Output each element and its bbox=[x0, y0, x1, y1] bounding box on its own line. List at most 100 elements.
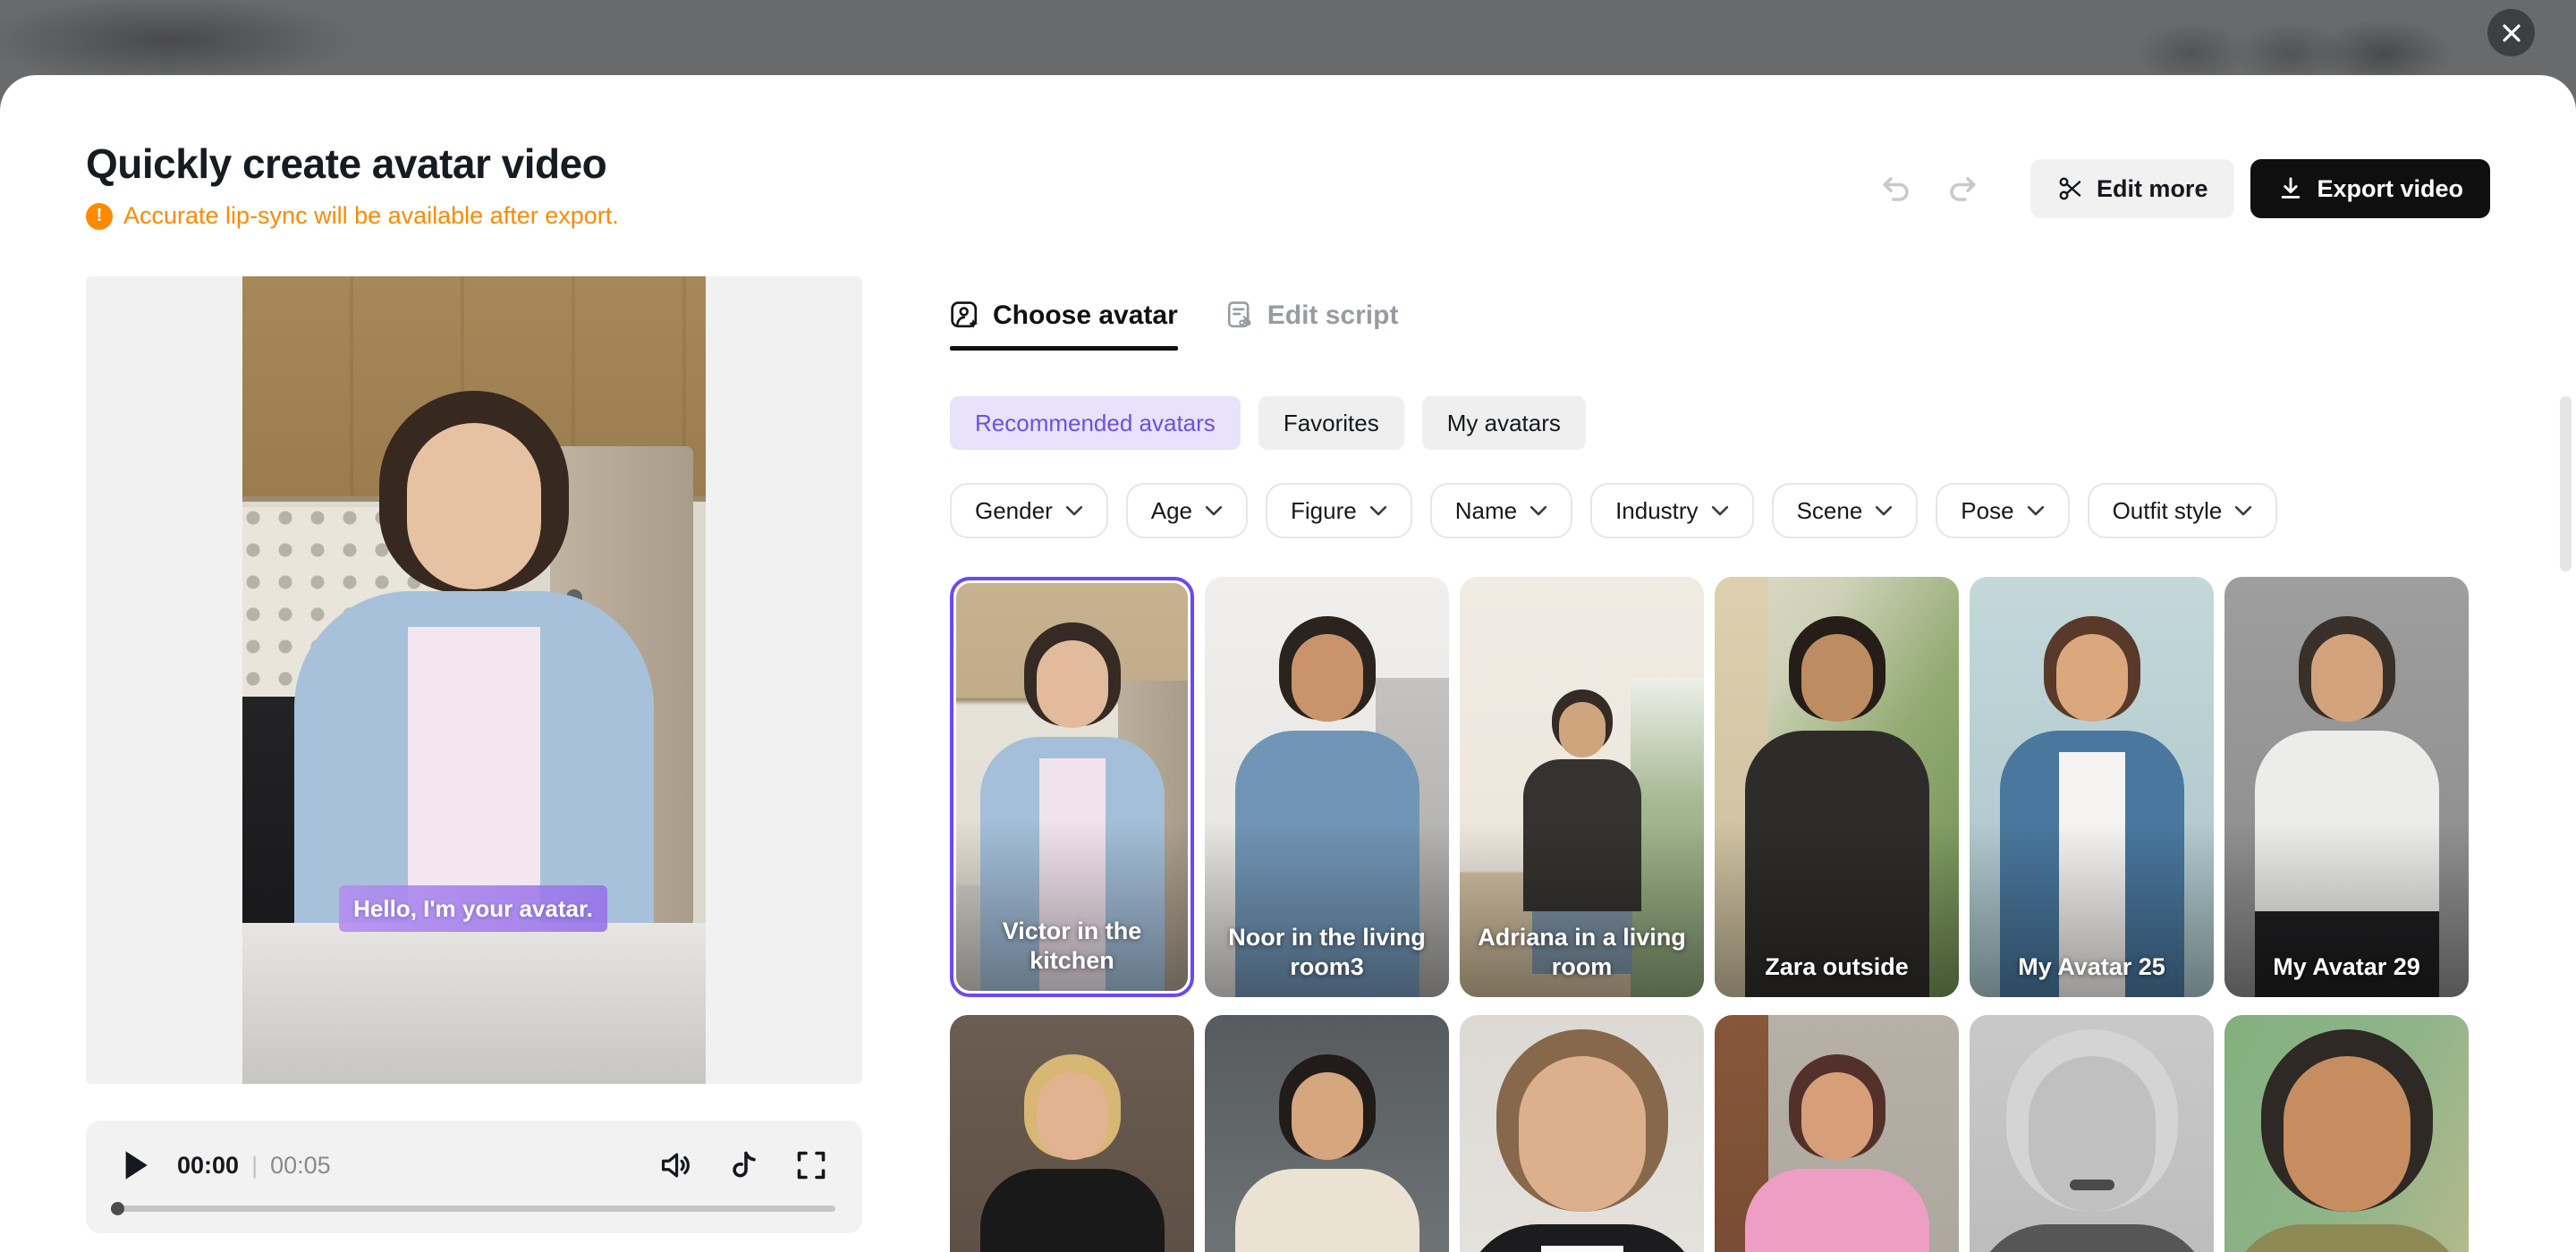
modal-header: Quickly create avatar video ! Accurate l… bbox=[86, 140, 619, 230]
time-display: 00:00 | 00:05 bbox=[177, 1152, 331, 1180]
filter-dropdown[interactable]: Outfit style bbox=[2088, 483, 2278, 538]
player-bar: 00:00 | 00:05 bbox=[86, 1121, 862, 1233]
filter-label: Industry bbox=[1615, 497, 1699, 525]
avatar-card-label: Zara outside bbox=[1732, 952, 1942, 983]
avatar-card[interactable] bbox=[950, 1015, 1194, 1252]
avatar-card[interactable]: My Avatar 29 bbox=[2224, 577, 2469, 997]
close-button[interactable] bbox=[2487, 9, 2535, 56]
redo-button[interactable] bbox=[1937, 164, 1987, 214]
filter-dropdown[interactable]: Industry bbox=[1590, 483, 1754, 538]
filter-label: Scene bbox=[1797, 497, 1863, 525]
filter-dropdown[interactable]: Scene bbox=[1772, 483, 1919, 538]
fullscreen-button[interactable] bbox=[792, 1146, 830, 1184]
export-video-label: Export video bbox=[2317, 175, 2463, 203]
figure-tee bbox=[2306, 1246, 2388, 1252]
filter-dropdown[interactable]: Age bbox=[1126, 483, 1248, 538]
avatar-card[interactable]: Zara outside bbox=[1715, 577, 1959, 997]
avatar-card[interactable]: Adriana in a living room bbox=[1460, 577, 1704, 997]
avatar-thumbnail: Adriana in a living room bbox=[1460, 577, 1704, 997]
play-button[interactable] bbox=[118, 1147, 154, 1183]
tiktok-icon bbox=[727, 1149, 759, 1181]
time-separator: | bbox=[251, 1152, 258, 1180]
warning-icon: ! bbox=[86, 203, 113, 230]
download-icon bbox=[2277, 175, 2304, 202]
avatar-card[interactable] bbox=[1970, 1015, 2214, 1252]
avatar-card[interactable] bbox=[1460, 1015, 1704, 1252]
edit-more-button[interactable]: Edit more bbox=[2030, 159, 2235, 218]
category-pill[interactable]: My avatars bbox=[1422, 396, 1586, 450]
avatar-card[interactable] bbox=[1205, 1015, 1449, 1252]
avatar-card[interactable]: Noor in the living room3 bbox=[1205, 577, 1449, 997]
avatar-card-label: Victor in the kitchen bbox=[972, 917, 1172, 977]
category-pill[interactable]: Recommended avatars bbox=[950, 396, 1241, 450]
avatar-thumbnail: My Avatar 25 bbox=[1970, 577, 2214, 997]
chevron-down-icon bbox=[1875, 505, 1893, 517]
figure-tee bbox=[2051, 1246, 2133, 1252]
avatar-thumbnail: Victor in the kitchen bbox=[956, 583, 1188, 991]
filter-row: Gender Age Figure Name Industry Scene Po… bbox=[950, 483, 2277, 538]
figure-mustache bbox=[1815, 711, 1860, 722]
filter-dropdown[interactable]: Figure bbox=[1266, 483, 1412, 538]
kitchen-counter bbox=[242, 923, 706, 1084]
seek-handle[interactable] bbox=[111, 1202, 124, 1215]
choose-avatar-icon bbox=[950, 300, 980, 331]
avatar-video-preview[interactable]: Hello, I'm your avatar. bbox=[242, 276, 706, 1084]
avatar-thumbnail bbox=[2224, 1015, 2469, 1252]
chevron-down-icon bbox=[1065, 505, 1083, 517]
tab-choose-avatar-label: Choose avatar bbox=[993, 300, 1178, 331]
lip-sync-notice: ! Accurate lip-sync will be available af… bbox=[86, 202, 619, 230]
export-video-button[interactable]: Export video bbox=[2250, 159, 2490, 218]
seek-bar[interactable] bbox=[113, 1205, 835, 1212]
filter-label: Gender bbox=[975, 497, 1053, 525]
tab-bar: Choose avatar Edit script bbox=[950, 300, 2490, 351]
avatar-card-label: My Avatar 25 bbox=[1987, 952, 2197, 983]
figure-head bbox=[1801, 634, 1873, 722]
filter-dropdown[interactable]: Name bbox=[1430, 483, 1572, 538]
player-controls: 00:00 | 00:05 bbox=[118, 1140, 830, 1190]
figure-tie bbox=[1830, 1201, 1844, 1252]
figure-mustache bbox=[1815, 1149, 1860, 1160]
avatar-card[interactable]: My Avatar 25 bbox=[1970, 577, 2214, 997]
category-pill-label: Recommended avatars bbox=[975, 410, 1216, 437]
tiktok-button[interactable] bbox=[724, 1146, 762, 1184]
category-pills: Recommended avatars Favorites My avatars bbox=[950, 396, 1586, 450]
avatar-face bbox=[407, 423, 541, 589]
subtitle-caption[interactable]: Hello, I'm your avatar. bbox=[339, 885, 607, 932]
figure-head bbox=[2056, 634, 2128, 722]
tab-choose-avatar[interactable]: Choose avatar bbox=[950, 300, 1178, 351]
avatar-video-modal: Quickly create avatar video ! Accurate l… bbox=[0, 75, 2576, 1252]
figure-tie bbox=[1065, 1201, 1080, 1252]
avatar-thumbnail bbox=[1970, 1015, 2214, 1252]
avatar-thumbnail bbox=[1205, 1015, 1449, 1252]
filter-label: Pose bbox=[1961, 497, 2013, 525]
figure-mustache bbox=[1050, 717, 1095, 728]
figure-mustache bbox=[1305, 1149, 1350, 1160]
undo-icon bbox=[1880, 173, 1912, 205]
figure-tie bbox=[1320, 1201, 1335, 1252]
avatar-card[interactable] bbox=[2224, 1015, 2469, 1252]
redo-icon bbox=[1946, 173, 1979, 205]
chevron-down-icon bbox=[2027, 505, 2045, 517]
category-pill[interactable]: Favorites bbox=[1258, 396, 1404, 450]
chevron-down-icon bbox=[1205, 505, 1223, 517]
figure-mustache bbox=[2070, 1180, 2114, 1190]
filter-dropdown[interactable]: Gender bbox=[950, 483, 1108, 538]
scissors-icon bbox=[2057, 175, 2084, 202]
figure-head bbox=[1292, 634, 1363, 722]
tab-edit-script[interactable]: Edit script bbox=[1224, 300, 1399, 351]
figure-head bbox=[1037, 1072, 1108, 1160]
scrollbar-thumb[interactable] bbox=[2560, 396, 2572, 571]
avatar-card[interactable] bbox=[1715, 1015, 1959, 1252]
avatar-thumbnail: Noor in the living room3 bbox=[1205, 577, 1449, 997]
filter-dropdown[interactable]: Pose bbox=[1936, 483, 2069, 538]
volume-button[interactable] bbox=[657, 1146, 694, 1184]
close-icon bbox=[2501, 22, 2522, 44]
category-pill-label: My avatars bbox=[1447, 410, 1561, 437]
chevron-down-icon bbox=[1369, 505, 1387, 517]
undo-button[interactable] bbox=[1871, 164, 1921, 214]
notice-text: Accurate lip-sync will be available afte… bbox=[123, 202, 619, 230]
avatar-card[interactable]: Victor in the kitchen bbox=[950, 577, 1194, 997]
current-time: 00:00 bbox=[177, 1152, 239, 1180]
figure-tee bbox=[1541, 1246, 1623, 1252]
filter-label: Outfit style bbox=[2113, 497, 2223, 525]
